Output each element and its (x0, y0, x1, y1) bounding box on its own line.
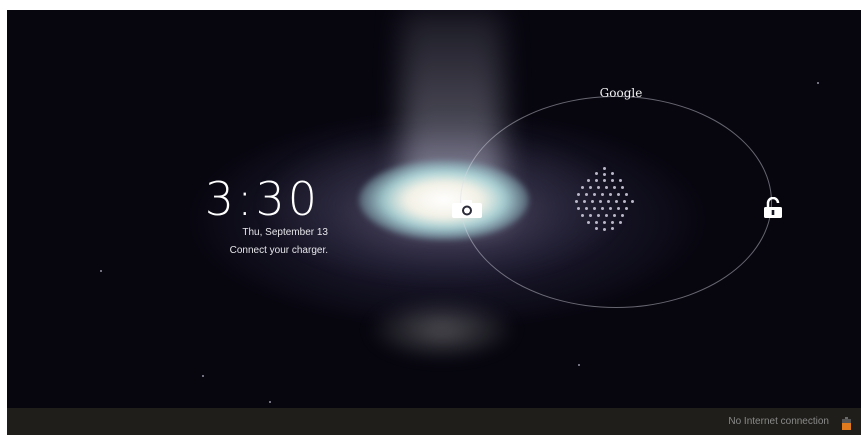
background-star (100, 270, 102, 272)
camera-icon[interactable] (451, 199, 483, 223)
lockscreen-clock: 3:30 (204, 172, 320, 226)
background-star (202, 375, 204, 377)
charger-message: Connect your charger. (229, 245, 328, 256)
connection-status-text: No Internet connection (728, 416, 829, 427)
dotted-handle-icon[interactable] (565, 165, 645, 235)
background-star (578, 364, 580, 366)
background-reflection (367, 300, 517, 360)
status-bar: No Internet connection (7, 408, 861, 435)
background-star (269, 401, 271, 403)
battery-icon (842, 415, 851, 434)
unlock-icon[interactable] (763, 196, 783, 223)
lockscreen-date: Thu, September 13 (242, 227, 328, 238)
google-search-target[interactable]: Google (576, 86, 666, 100)
background-star (817, 82, 819, 84)
